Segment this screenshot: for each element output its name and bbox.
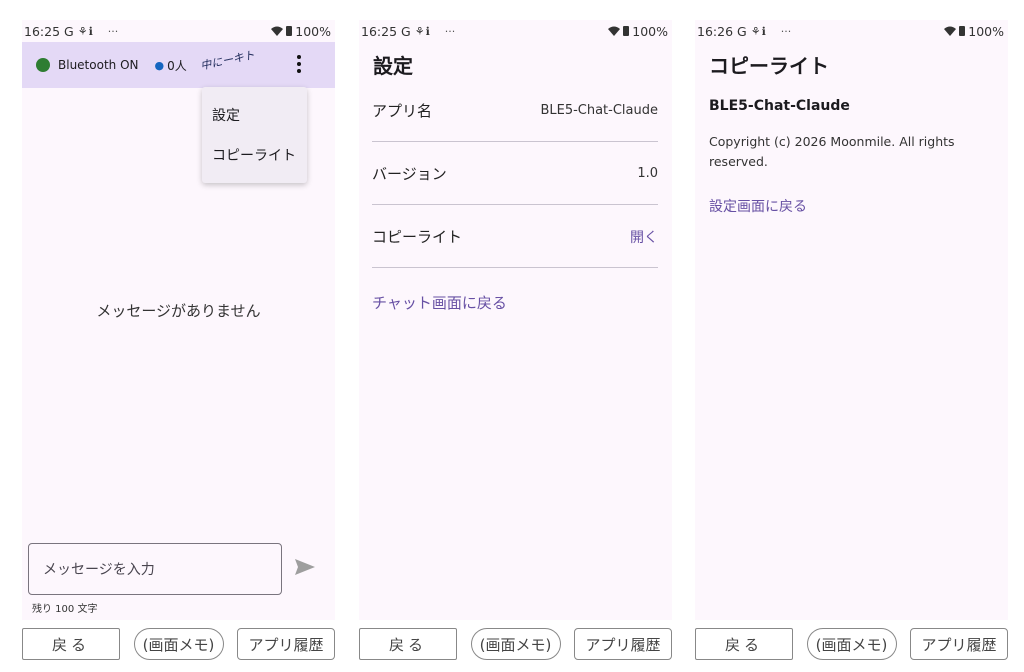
settings-row-app-name: アプリ名 BLE5-Chat-Claude bbox=[372, 80, 658, 142]
battery-level: 100% bbox=[632, 23, 668, 39]
row-value: BLE5-Chat-Claude bbox=[540, 103, 658, 118]
system-button-bar: 戻る (画面メモ) アプリ履歴 bbox=[695, 627, 1008, 661]
more-notifications-icon: ··· bbox=[444, 24, 456, 38]
status-time: 16:25 bbox=[361, 23, 398, 39]
overflow-menu: 設定 コピーライト bbox=[202, 87, 307, 183]
chat-screen: 16:25 G ⚘ℹ ··· 100% Bluetooth ON ● 0人 中に… bbox=[22, 20, 335, 620]
menu-item-copyright[interactable]: コピーライト bbox=[202, 135, 307, 175]
row-value: 1.0 bbox=[637, 166, 658, 181]
people-icon: ● bbox=[154, 58, 165, 72]
status-bar: 16:25 G ⚘ℹ ··· 100% bbox=[22, 20, 335, 42]
wifi-icon bbox=[944, 24, 957, 39]
system-button-bar: 戻る (画面メモ) アプリ履歴 bbox=[22, 627, 335, 661]
app-history-button[interactable]: アプリ履歴 bbox=[237, 628, 335, 660]
status-bar: 16:26 G ⚘ℹ ··· 100% bbox=[695, 20, 1008, 42]
app-history-button[interactable]: アプリ履歴 bbox=[910, 628, 1008, 660]
back-button[interactable]: 戻る bbox=[695, 628, 793, 660]
open-copyright-link[interactable]: 開く bbox=[630, 227, 658, 247]
back-button[interactable]: 戻る bbox=[359, 628, 457, 660]
more-notifications-icon: ··· bbox=[107, 24, 119, 38]
screen-memo-button[interactable]: (画面メモ) bbox=[133, 628, 224, 660]
status-carrier: G bbox=[401, 23, 411, 39]
settings-screen: 16:25 G ⚘ℹ ··· 100% 設定 アプリ名 BLE5-Chat-Cl… bbox=[359, 20, 672, 620]
row-label: コピーライト bbox=[372, 228, 463, 246]
status-time: 16:25 bbox=[24, 23, 61, 39]
send-icon[interactable] bbox=[294, 558, 318, 578]
page-title: コピーライト bbox=[709, 54, 829, 78]
back-button[interactable]: 戻る bbox=[22, 628, 120, 660]
app-history-button[interactable]: アプリ履歴 bbox=[574, 628, 672, 660]
notification-icons: ⚘ℹ bbox=[414, 24, 431, 38]
wifi-icon bbox=[271, 24, 284, 39]
battery-level: 100% bbox=[295, 23, 331, 39]
status-time: 16:26 bbox=[697, 23, 734, 39]
wifi-icon bbox=[608, 24, 621, 39]
notification-icons: ⚘ℹ bbox=[750, 24, 767, 38]
copyright-screen: 16:26 G ⚘ℹ ··· 100% コピーライト BLE5-Chat-Cla… bbox=[695, 20, 1008, 620]
battery-level: 100% bbox=[968, 23, 1004, 39]
empty-message: メッセージがありません bbox=[96, 302, 261, 320]
handwritten-overlay: 中にーキト bbox=[199, 48, 256, 73]
settings-row-version: バージョン 1.0 bbox=[372, 143, 658, 205]
battery-icon bbox=[959, 26, 966, 36]
row-label: アプリ名 bbox=[372, 102, 433, 120]
menu-item-settings[interactable]: 設定 bbox=[202, 95, 307, 135]
status-carrier: G bbox=[737, 23, 747, 39]
back-to-chat-link[interactable]: チャット画面に戻る bbox=[372, 292, 507, 313]
remaining-chars: 残り 100 文字 bbox=[32, 604, 98, 615]
screen-memo-button[interactable]: (画面メモ) bbox=[470, 628, 561, 660]
settings-row-copyright[interactable]: コピーライト 開く bbox=[372, 206, 658, 268]
status-bar: 16:25 G ⚘ℹ ··· 100% bbox=[359, 20, 672, 42]
back-to-settings-link[interactable]: 設定画面に戻る bbox=[709, 196, 807, 216]
page-title: 設定 bbox=[373, 54, 413, 78]
status-carrier: G bbox=[64, 23, 74, 39]
message-input[interactable]: メッセージを入力 bbox=[28, 543, 282, 595]
battery-icon bbox=[623, 26, 630, 36]
battery-icon bbox=[286, 26, 293, 36]
people-count: 0人 bbox=[167, 58, 187, 73]
screen-memo-button[interactable]: (画面メモ) bbox=[806, 628, 897, 660]
bluetooth-status-label: Bluetooth ON bbox=[58, 58, 139, 72]
row-label: バージョン bbox=[372, 165, 447, 183]
chat-top-bar: Bluetooth ON ● 0人 中にーキト bbox=[22, 42, 335, 88]
notification-icons: ⚘ℹ bbox=[77, 24, 94, 38]
system-button-bar: 戻る (画面メモ) アプリ履歴 bbox=[359, 627, 672, 661]
bluetooth-status-dot bbox=[36, 58, 50, 72]
app-name: BLE5-Chat-Claude bbox=[709, 98, 850, 114]
more-options-icon[interactable] bbox=[291, 51, 307, 77]
copyright-text: Copyright (c) 2026 Moonmile. All rights … bbox=[709, 134, 955, 169]
message-input-placeholder: メッセージを入力 bbox=[43, 562, 155, 578]
more-notifications-icon: ··· bbox=[780, 24, 792, 38]
